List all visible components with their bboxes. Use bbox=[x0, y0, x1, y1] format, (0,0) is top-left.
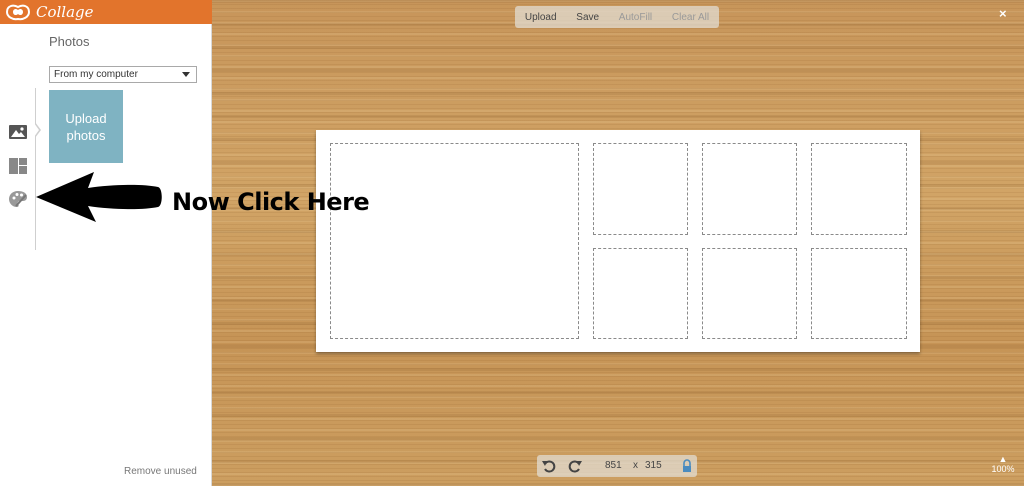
collage-cell[interactable] bbox=[811, 143, 907, 235]
clear-all-button[interactable]: Clear All bbox=[672, 12, 709, 23]
autofill-button[interactable]: AutoFill bbox=[619, 12, 652, 23]
collage-canvas bbox=[316, 130, 920, 352]
collage-cell-large[interactable] bbox=[330, 143, 579, 339]
photo-source-select[interactable]: From my computer bbox=[49, 66, 197, 83]
canvas-height-value[interactable]: 315 bbox=[645, 460, 662, 471]
collage-cell[interactable] bbox=[811, 248, 907, 339]
zoom-level: 100% bbox=[991, 464, 1015, 474]
dimension-separator: x bbox=[633, 460, 638, 471]
workspace: Upload Save AutoFill Clear All × 851 x 3… bbox=[212, 0, 1024, 486]
collage-logo-icon bbox=[5, 4, 31, 21]
rail-divider bbox=[35, 88, 36, 250]
upload-button[interactable]: Upload bbox=[525, 12, 557, 23]
palette-icon[interactable] bbox=[8, 189, 28, 209]
undo-icon[interactable] bbox=[541, 458, 557, 474]
collage-cell[interactable] bbox=[702, 248, 797, 339]
brand-name: Collage bbox=[36, 3, 94, 21]
lock-icon[interactable] bbox=[679, 458, 695, 474]
upload-photos-button[interactable]: Upload photos bbox=[49, 90, 123, 163]
zoom-up-icon[interactable]: ▲ bbox=[988, 454, 1018, 464]
redo-icon[interactable] bbox=[567, 458, 583, 474]
photo-source-value: From my computer bbox=[54, 69, 138, 80]
canvas-width-value[interactable]: 851 bbox=[605, 460, 622, 471]
close-icon[interactable]: × bbox=[999, 6, 1007, 21]
collage-cell[interactable] bbox=[593, 143, 688, 235]
photos-icon[interactable] bbox=[8, 122, 28, 142]
top-toolbar: Upload Save AutoFill Clear All bbox=[515, 6, 719, 28]
save-button[interactable]: Save bbox=[576, 12, 599, 23]
canvas-size-bar: 851 x 315 bbox=[537, 455, 697, 477]
collage-cell[interactable] bbox=[702, 143, 797, 235]
collage-cell[interactable] bbox=[593, 248, 688, 339]
active-tab-pointer bbox=[34, 122, 41, 138]
annotation-text: Now Click Here bbox=[172, 188, 370, 216]
app-header: Collage bbox=[0, 0, 212, 24]
zoom-control[interactable]: ▲ 100% bbox=[988, 454, 1018, 474]
annotation-arrow-icon bbox=[36, 172, 162, 222]
panel-title: Photos bbox=[49, 34, 90, 49]
chevron-down-icon bbox=[182, 72, 190, 77]
layout-icon[interactable] bbox=[8, 156, 28, 176]
sidebar-rail bbox=[0, 24, 35, 250]
remove-unused-link[interactable]: Remove unused bbox=[124, 466, 197, 477]
